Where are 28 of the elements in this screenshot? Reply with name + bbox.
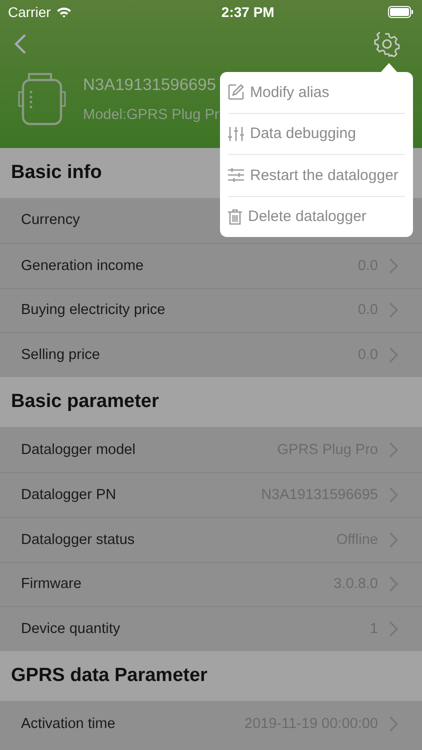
menu-item[interactable]: Restart the datalogger — [228, 155, 405, 196]
menu-item[interactable]: Data debugging — [228, 114, 405, 155]
chevron-icon — [389, 442, 398, 458]
chevron-icon — [389, 716, 398, 732]
section-header: Basic parameter — [0, 377, 422, 428]
edit-icon — [228, 84, 244, 100]
chevron-icon — [389, 576, 398, 592]
trash-icon — [228, 208, 242, 225]
status-time: 2:37 PM — [221, 4, 274, 20]
device-name: N3A19131596695 — [83, 76, 218, 94]
battery-icon — [388, 6, 414, 18]
chevron-icon — [389, 302, 398, 318]
chevron-icon — [389, 347, 398, 364]
sliders-icon — [228, 126, 244, 142]
chevron-icon — [389, 486, 398, 503]
settings-icon[interactable] — [374, 31, 400, 57]
carrier-name: Carrier — [8, 4, 51, 20]
chevron-icon — [389, 532, 398, 548]
menu-item[interactable]: Delete datalogger — [228, 196, 405, 237]
chevron-icon — [389, 258, 398, 274]
lines-icon — [228, 168, 244, 182]
wifi-icon — [56, 6, 72, 18]
datalogger-icon — [17, 70, 67, 128]
chevron-icon — [389, 621, 398, 638]
section-header: GPRS data Parameter — [0, 651, 422, 702]
device-model: Model:GPRS Plug Pr — [83, 106, 220, 122]
menu-item[interactable]: Modify alias — [228, 72, 405, 114]
back-icon[interactable] — [13, 33, 27, 55]
